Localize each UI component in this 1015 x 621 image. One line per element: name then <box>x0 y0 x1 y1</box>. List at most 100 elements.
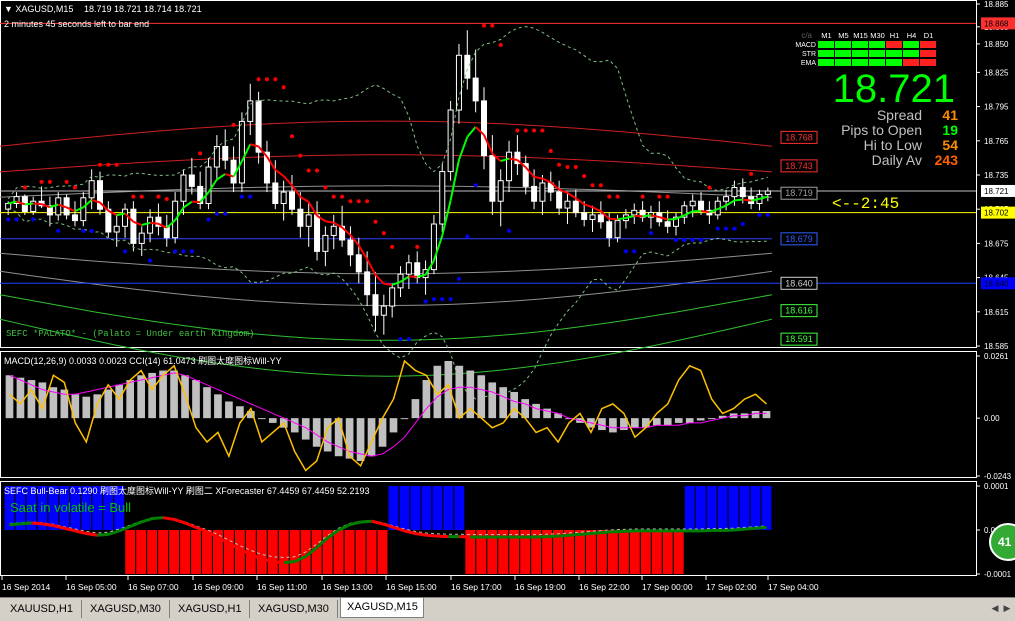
bullbear-legend: SEFC Bull-Bear 0.1290 刷图太糜图标Will-YY 刷图二 … <box>4 485 370 496</box>
candle-body <box>698 200 705 211</box>
candle-body <box>664 221 671 227</box>
matrix-cell <box>835 41 851 48</box>
candle-body <box>180 174 187 202</box>
tab-3[interactable]: XAGUSD,M30 <box>252 600 338 618</box>
matrix-corner: c/a <box>801 31 812 40</box>
bear-bar <box>651 530 662 574</box>
matrix-row-STR: STR <box>802 51 816 58</box>
stop-dot-red <box>373 219 378 224</box>
candle-body <box>731 187 738 198</box>
bull-bar <box>728 486 739 530</box>
time-tick-label: 16 Sep 19:00 <box>515 582 566 592</box>
bull-bar <box>410 486 421 530</box>
macd-bar <box>674 418 683 423</box>
stop-dot-blue <box>89 228 94 233</box>
level-label-6: 18.591 <box>785 334 813 344</box>
matrix-cell <box>869 59 885 66</box>
candle-body <box>380 305 387 316</box>
bull-bar <box>717 486 728 530</box>
bullbear-line-segment <box>415 532 427 537</box>
stop-dot-red <box>164 196 169 201</box>
stop-dot-blue <box>765 212 770 217</box>
stop-dot-blue <box>173 249 178 254</box>
chart-header-symbol: ▼ XAGUSD,M15 <box>4 4 73 14</box>
macd-bar <box>137 375 145 419</box>
stop-dot-red <box>640 194 645 199</box>
macd-bar <box>268 418 277 423</box>
stat-label-0: Spread <box>877 107 922 123</box>
price-tick-label: 18.585 <box>984 342 1009 351</box>
stop-dot-red <box>523 128 528 133</box>
stop-dot-red <box>582 174 587 179</box>
stat-label-3: Daily Av <box>872 152 922 168</box>
stop-dot-red <box>131 194 136 199</box>
matrix-tf-D1: D1 <box>924 31 934 40</box>
stop-dot-red <box>72 185 77 190</box>
bear-bar <box>256 530 267 574</box>
stop-dot-red <box>281 85 286 90</box>
candle-body <box>255 100 262 153</box>
macd-bar <box>411 399 420 419</box>
macd-bar <box>510 391 519 419</box>
matrix-tf-M15: M15 <box>853 31 868 40</box>
dropdown-arrow-icon: ▼ <box>4 4 15 14</box>
stop-dot-blue <box>440 297 445 302</box>
tab-2[interactable]: XAGUSD,H1 <box>172 600 250 618</box>
stop-dot-red <box>106 162 111 167</box>
tab-4-active[interactable]: XAGUSD,M15 <box>340 598 424 618</box>
stop-dot-blue <box>674 237 678 242</box>
matrix-cell <box>835 59 851 66</box>
stop-dot-red <box>39 179 44 184</box>
price-tick-label: 18.615 <box>984 308 1009 317</box>
chart-header-timer: 2 minutes 45 seconds left to bar end <box>4 19 149 29</box>
stop-dot-red <box>273 77 278 82</box>
bullbear-line-segment <box>20 521 32 526</box>
candle-body <box>447 109 454 173</box>
stat-label-2: Hi to Low <box>864 137 923 153</box>
stop-dot-blue <box>699 237 704 242</box>
tab-scroll-right-icon[interactable]: ▶ <box>1002 602 1012 614</box>
matrix-tf-H4: H4 <box>907 31 917 40</box>
macd-tick-label: -0.0243 <box>984 472 1012 481</box>
tab-1[interactable]: XAGUSD,M30 <box>84 600 170 618</box>
matrix-cell <box>852 41 868 48</box>
bull-bar <box>706 486 717 530</box>
stop-dot-red <box>749 171 754 176</box>
macd-bar <box>236 406 244 419</box>
macd-tick-label: 0.0261 <box>984 352 1009 361</box>
ma-segment <box>191 200 201 204</box>
macd-bar <box>225 401 233 419</box>
candle-body <box>389 287 396 307</box>
ma-segment <box>33 202 42 206</box>
stop-dot-blue <box>214 211 219 216</box>
stop-dot-red <box>22 185 27 190</box>
bear-bar <box>191 530 201 574</box>
stop-dot-red <box>390 244 395 249</box>
candle-body <box>531 185 538 202</box>
stop-dot-red <box>657 194 662 199</box>
ma-segment <box>508 157 518 161</box>
stop-dot-blue <box>757 212 762 217</box>
candle-body <box>71 214 78 222</box>
macd-bar <box>104 389 113 419</box>
tab-scroll-left-icon[interactable]: ◀ <box>990 602 1000 614</box>
candle-body <box>330 225 337 236</box>
bull-bar <box>695 486 706 530</box>
stop-dot-blue <box>456 276 461 281</box>
stop-dot-red <box>665 194 670 199</box>
bear-bar <box>278 530 289 574</box>
candle-body <box>606 221 613 239</box>
stop-dot-red <box>356 199 361 204</box>
matrix-cell <box>886 59 902 66</box>
trading-chart[interactable]: ▼ XAGUSD,M15 18.719 18.721 18.714 18.721… <box>0 0 1015 621</box>
stat-value-2: 54 <box>942 137 958 153</box>
level-label-1: 18.743 <box>785 161 813 171</box>
candle-body <box>113 225 120 233</box>
stop-dot-red <box>381 231 386 236</box>
stat-value-0: 41 <box>942 107 958 123</box>
stop-dot-red <box>598 183 603 188</box>
macd-bar <box>312 418 321 447</box>
candle-body <box>222 146 229 161</box>
bear-bar <box>618 530 629 574</box>
tab-0[interactable]: XAUUSD,H1 <box>4 600 82 618</box>
